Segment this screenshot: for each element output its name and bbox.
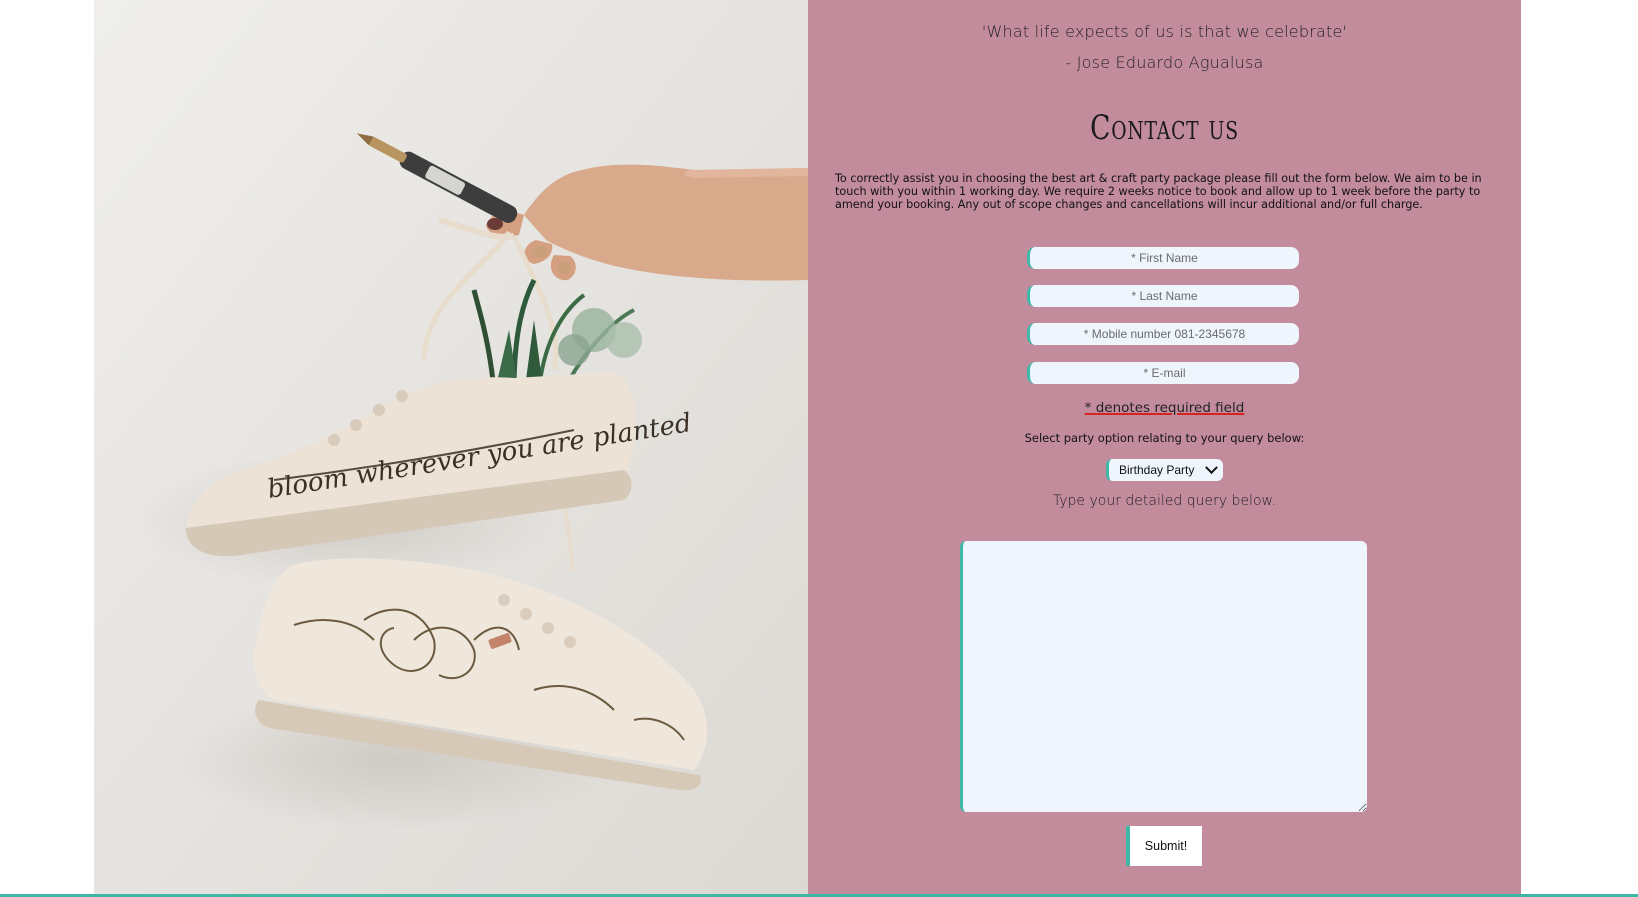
last-name-input[interactable]	[1027, 285, 1299, 307]
party-option-select[interactable]: Birthday Party	[1106, 459, 1223, 481]
page-title: Contact us	[1090, 108, 1239, 148]
query-label: Type your detailed query below.	[1052, 493, 1277, 509]
contact-page: bloom wherever you are planted 'What lif…	[0, 0, 1638, 897]
party-option-selected: Birthday Party	[1119, 463, 1195, 477]
contact-intro: To correctly assist you in choosing the …	[835, 172, 1482, 211]
mobile-input[interactable]	[1027, 323, 1299, 345]
query-textarea[interactable]	[960, 541, 1367, 812]
quote-text: 'What life expects of us is that we cele…	[981, 22, 1348, 41]
chevron-down-icon	[1205, 460, 1218, 474]
party-option-label: Select party option relating to your que…	[1024, 431, 1305, 445]
hero-photo-illustration: bloom wherever you are planted	[94, 0, 808, 894]
contact-panel: 'What life expects of us is that we cele…	[808, 0, 1521, 894]
hero-photo: bloom wherever you are planted	[94, 0, 808, 894]
required-field-note-text: * denotes required field	[1084, 400, 1245, 416]
submit-button[interactable]: Submit!	[1126, 826, 1202, 866]
quote-author: - Jose Eduardo Agualusa	[1065, 53, 1264, 72]
first-name-input[interactable]	[1027, 247, 1299, 269]
required-field-note: * denotes required field	[808, 400, 1521, 416]
email-input[interactable]	[1027, 362, 1299, 384]
